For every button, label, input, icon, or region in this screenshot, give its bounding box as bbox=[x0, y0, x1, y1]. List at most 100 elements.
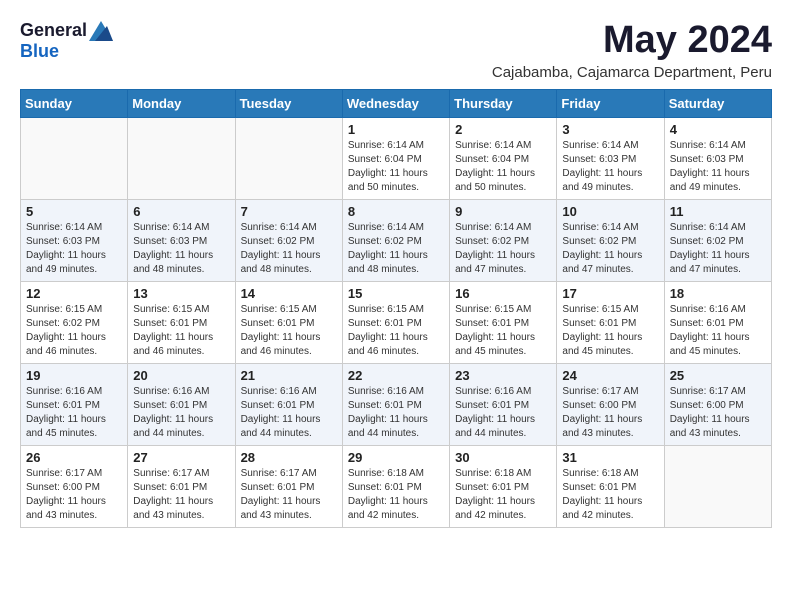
day-info: Sunrise: 6:18 AM Sunset: 6:01 PM Dayligh… bbox=[348, 467, 444, 523]
calendar-cell: 26 Sunrise: 6:17 AM Sunset: 6:00 PM Dayli… bbox=[21, 445, 128, 527]
day-info: Sunrise: 6:14 AM Sunset: 6:03 PM Dayligh… bbox=[26, 221, 122, 277]
location-text: Cajabamba, Cajamarca Department, Peru bbox=[492, 64, 772, 81]
day-info: Sunrise: 6:16 AM Sunset: 6:01 PM Dayligh… bbox=[133, 385, 229, 441]
calendar-week-3: 12 Sunrise: 6:15 AM Sunset: 6:02 PM Dayli… bbox=[21, 281, 772, 363]
day-number: 30 bbox=[455, 450, 551, 465]
calendar-cell: 29 Sunrise: 6:18 AM Sunset: 6:01 PM Dayli… bbox=[342, 445, 449, 527]
day-number: 27 bbox=[133, 450, 229, 465]
calendar-cell: 13Sunrise: 6:15 AM Sunset: 6:01 PM Dayli… bbox=[128, 281, 235, 363]
calendar-cell: 17Sunrise: 6:15 AM Sunset: 6:01 PM Dayli… bbox=[557, 281, 664, 363]
calendar-cell: 15Sunrise: 6:15 AM Sunset: 6:01 PM Dayli… bbox=[342, 281, 449, 363]
calendar-cell: 27 Sunrise: 6:17 AM Sunset: 6:01 PM Dayli… bbox=[128, 445, 235, 527]
calendar-cell: 1Sunrise: 6:14 AM Sunset: 6:04 PM Daylig… bbox=[342, 117, 449, 199]
day-number: 24 bbox=[562, 368, 658, 383]
day-number: 28 bbox=[241, 450, 337, 465]
day-number: 25 bbox=[670, 368, 766, 383]
calendar-cell: 7Sunrise: 6:14 AM Sunset: 6:02 PM Daylig… bbox=[235, 199, 342, 281]
calendar-cell: 31 Sunrise: 6:18 AM Sunset: 6:01 PM Dayli… bbox=[557, 445, 664, 527]
day-number: 26 bbox=[26, 450, 122, 465]
day-info: Sunrise: 6:14 AM Sunset: 6:04 PM Dayligh… bbox=[455, 139, 551, 195]
day-number: 29 bbox=[348, 450, 444, 465]
calendar-cell: 6 Sunrise: 6:14 AM Sunset: 6:03 PM Daylig… bbox=[128, 199, 235, 281]
header-saturday: Saturday bbox=[664, 89, 771, 117]
calendar-cell: 18 Sunrise: 6:16 AM Sunset: 6:01 PM Dayli… bbox=[664, 281, 771, 363]
day-info: Sunrise: 6:14 AM Sunset: 6:02 PM Dayligh… bbox=[670, 221, 766, 277]
day-number: 17 bbox=[562, 286, 658, 301]
day-info: Sunrise: 6:14 AM Sunset: 6:04 PM Dayligh… bbox=[348, 139, 444, 195]
day-info: Sunrise: 6:14 AM Sunset: 6:02 PM Dayligh… bbox=[348, 221, 444, 277]
calendar-cell: 28 Sunrise: 6:17 AM Sunset: 6:01 PM Dayli… bbox=[235, 445, 342, 527]
day-info: Sunrise: 6:16 AM Sunset: 6:01 PM Dayligh… bbox=[455, 385, 551, 441]
day-number: 8 bbox=[348, 204, 444, 219]
day-number: 10 bbox=[562, 204, 658, 219]
day-info: Sunrise: 6:16 AM Sunset: 6:01 PM Dayligh… bbox=[241, 385, 337, 441]
day-info: Sunrise: 6:18 AM Sunset: 6:01 PM Dayligh… bbox=[455, 467, 551, 523]
calendar-cell: 14Sunrise: 6:15 AM Sunset: 6:01 PM Dayli… bbox=[235, 281, 342, 363]
calendar-cell: 20Sunrise: 6:16 AM Sunset: 6:01 PM Dayli… bbox=[128, 363, 235, 445]
day-number: 3 bbox=[562, 122, 658, 137]
day-number: 31 bbox=[562, 450, 658, 465]
day-number: 12 bbox=[26, 286, 122, 301]
header-monday: Monday bbox=[128, 89, 235, 117]
day-info: Sunrise: 6:15 AM Sunset: 6:01 PM Dayligh… bbox=[348, 303, 444, 359]
day-info: Sunrise: 6:14 AM Sunset: 6:03 PM Dayligh… bbox=[670, 139, 766, 195]
header-sunday: Sunday bbox=[21, 89, 128, 117]
header-thursday: Thursday bbox=[450, 89, 557, 117]
day-number: 21 bbox=[241, 368, 337, 383]
day-number: 13 bbox=[133, 286, 229, 301]
calendar-cell: 22 Sunrise: 6:16 AM Sunset: 6:01 PM Dayli… bbox=[342, 363, 449, 445]
calendar-cell: 5 Sunrise: 6:14 AM Sunset: 6:03 PM Daylig… bbox=[21, 199, 128, 281]
day-info: Sunrise: 6:17 AM Sunset: 6:00 PM Dayligh… bbox=[562, 385, 658, 441]
day-number: 5 bbox=[26, 204, 122, 219]
calendar-cell: 25Sunrise: 6:17 AM Sunset: 6:00 PM Dayli… bbox=[664, 363, 771, 445]
calendar-cell: 8 Sunrise: 6:14 AM Sunset: 6:02 PM Daylig… bbox=[342, 199, 449, 281]
day-info: Sunrise: 6:16 AM Sunset: 6:01 PM Dayligh… bbox=[348, 385, 444, 441]
calendar-cell: 9Sunrise: 6:14 AM Sunset: 6:02 PM Daylig… bbox=[450, 199, 557, 281]
day-info: Sunrise: 6:14 AM Sunset: 6:02 PM Dayligh… bbox=[562, 221, 658, 277]
calendar-cell: 4 Sunrise: 6:14 AM Sunset: 6:03 PM Daylig… bbox=[664, 117, 771, 199]
day-info: Sunrise: 6:17 AM Sunset: 6:00 PM Dayligh… bbox=[26, 467, 122, 523]
day-info: Sunrise: 6:14 AM Sunset: 6:03 PM Dayligh… bbox=[562, 139, 658, 195]
calendar-cell: 30 Sunrise: 6:18 AM Sunset: 6:01 PM Dayli… bbox=[450, 445, 557, 527]
header-tuesday: Tuesday bbox=[235, 89, 342, 117]
day-info: Sunrise: 6:14 AM Sunset: 6:03 PM Dayligh… bbox=[133, 221, 229, 277]
calendar-cell: 10 Sunrise: 6:14 AM Sunset: 6:02 PM Dayli… bbox=[557, 199, 664, 281]
day-number: 7 bbox=[241, 204, 337, 219]
calendar-cell bbox=[235, 117, 342, 199]
calendar-cell: 23 Sunrise: 6:16 AM Sunset: 6:01 PM Dayli… bbox=[450, 363, 557, 445]
calendar-cell: 12 Sunrise: 6:15 AM Sunset: 6:02 PM Dayli… bbox=[21, 281, 128, 363]
day-number: 16 bbox=[455, 286, 551, 301]
calendar-week-2: 5 Sunrise: 6:14 AM Sunset: 6:03 PM Daylig… bbox=[21, 199, 772, 281]
calendar-cell: 11 Sunrise: 6:14 AM Sunset: 6:02 PM Dayli… bbox=[664, 199, 771, 281]
logo-general-text: General bbox=[20, 20, 87, 41]
day-info: Sunrise: 6:18 AM Sunset: 6:01 PM Dayligh… bbox=[562, 467, 658, 523]
day-info: Sunrise: 6:15 AM Sunset: 6:01 PM Dayligh… bbox=[455, 303, 551, 359]
day-info: Sunrise: 6:15 AM Sunset: 6:01 PM Dayligh… bbox=[241, 303, 337, 359]
calendar-cell bbox=[21, 117, 128, 199]
calendar-cell bbox=[664, 445, 771, 527]
day-number: 9 bbox=[455, 204, 551, 219]
day-number: 11 bbox=[670, 204, 766, 219]
day-number: 6 bbox=[133, 204, 229, 219]
day-info: Sunrise: 6:17 AM Sunset: 6:01 PM Dayligh… bbox=[133, 467, 229, 523]
day-number: 4 bbox=[670, 122, 766, 137]
calendar-cell: 19Sunrise: 6:16 AM Sunset: 6:01 PM Dayli… bbox=[21, 363, 128, 445]
calendar-week-5: 26 Sunrise: 6:17 AM Sunset: 6:00 PM Dayli… bbox=[21, 445, 772, 527]
day-number: 23 bbox=[455, 368, 551, 383]
calendar-header: Sunday Monday Tuesday Wednesday Thursday… bbox=[21, 89, 772, 117]
day-number: 19 bbox=[26, 368, 122, 383]
month-title: May 2024 bbox=[492, 20, 772, 62]
day-info: Sunrise: 6:17 AM Sunset: 6:01 PM Dayligh… bbox=[241, 467, 337, 523]
day-info: Sunrise: 6:15 AM Sunset: 6:02 PM Dayligh… bbox=[26, 303, 122, 359]
day-number: 22 bbox=[348, 368, 444, 383]
calendar-cell bbox=[128, 117, 235, 199]
logo: General Blue bbox=[20, 20, 113, 62]
header-row: Sunday Monday Tuesday Wednesday Thursday… bbox=[21, 89, 772, 117]
calendar-cell: 24 Sunrise: 6:17 AM Sunset: 6:00 PM Dayli… bbox=[557, 363, 664, 445]
calendar-cell: 16 Sunrise: 6:15 AM Sunset: 6:01 PM Dayli… bbox=[450, 281, 557, 363]
calendar-week-1: 1Sunrise: 6:14 AM Sunset: 6:04 PM Daylig… bbox=[21, 117, 772, 199]
day-number: 18 bbox=[670, 286, 766, 301]
day-info: Sunrise: 6:16 AM Sunset: 6:01 PM Dayligh… bbox=[670, 303, 766, 359]
calendar-table: Sunday Monday Tuesday Wednesday Thursday… bbox=[20, 89, 772, 528]
calendar-cell: 3 Sunrise: 6:14 AM Sunset: 6:03 PM Daylig… bbox=[557, 117, 664, 199]
